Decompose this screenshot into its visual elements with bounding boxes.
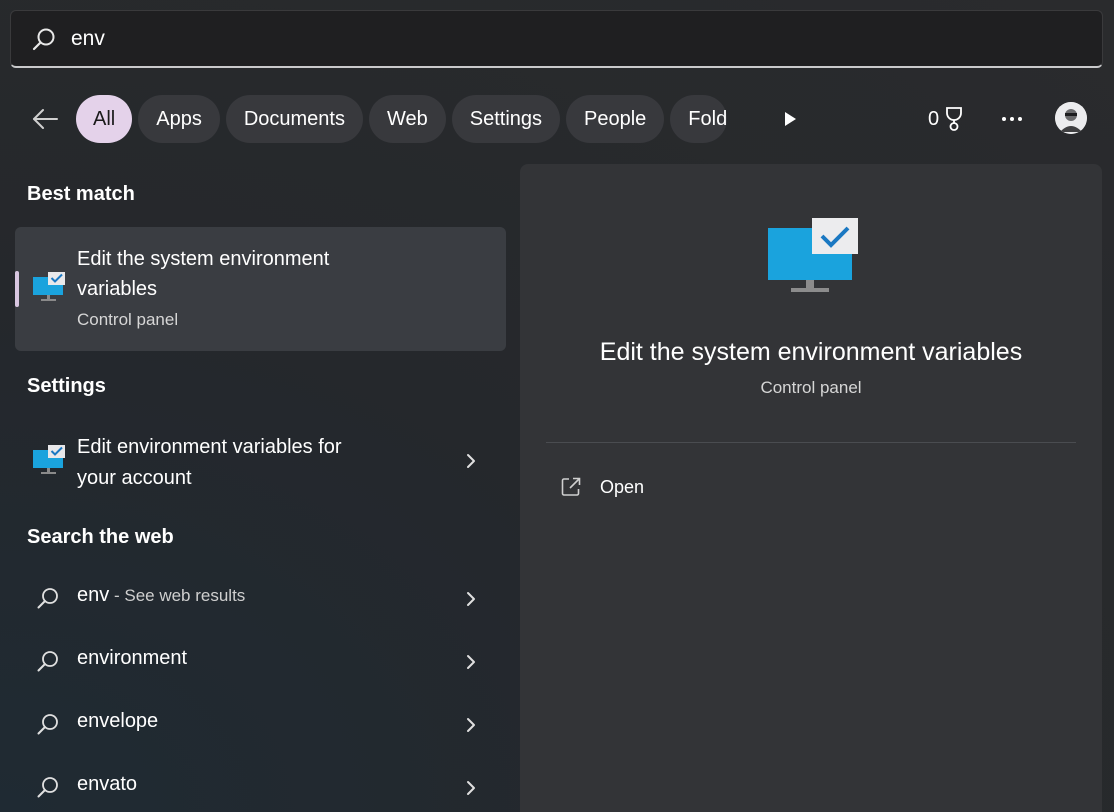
best-match-title-line2: variables [77,278,158,300]
web-result-text: envato [77,773,137,796]
chip-settings[interactable]: Settings [451,95,561,143]
preview-subtitle: Control panel [760,378,862,397]
web-result-text: env - See web results [77,584,245,607]
more-filters-button[interactable] [776,104,804,134]
best-match-heading: Best match [27,183,135,205]
points-count: 0 [928,107,940,130]
chevron-right-icon [467,655,475,669]
chevron-right-icon [467,718,475,732]
web-result-text: envelope [77,710,158,733]
user-avatar-icon [1055,102,1087,134]
chevron-right-icon [467,781,475,795]
search-icon [37,777,58,798]
back-arrow-icon [33,109,58,129]
chip-all[interactable]: All [76,95,133,143]
chip-documents[interactable]: Documents [225,95,363,143]
web-result-environment[interactable]: environment [15,633,506,691]
selection-indicator [15,271,19,307]
avatar[interactable] [1055,102,1087,134]
play-right-icon [785,112,796,126]
back-button[interactable] [26,101,64,137]
control-panel-monitor-icon [33,272,65,301]
chip-web[interactable]: Web [368,95,446,143]
control-panel-monitor-icon [33,445,65,474]
divider [546,442,1076,443]
web-term: environment [77,647,188,669]
search-icon [37,588,58,609]
web-result-envato[interactable]: envato [15,759,506,812]
filter-chips: All Apps Documents Web Settings People F… [76,95,756,143]
chip-people[interactable]: People [566,95,665,143]
search-input[interactable] [71,19,971,59]
preview-title: Edit the system environment variables [599,338,1023,366]
more-options-button[interactable] [994,102,1030,136]
settings-result[interactable]: Edit environment variables for your acco… [15,424,506,500]
open-label: Open [600,476,645,497]
search-bar[interactable] [10,10,1103,68]
control-panel-monitor-icon [768,218,858,292]
chip-folders[interactable]: Fold [670,95,728,143]
web-term: env [77,584,110,606]
web-result-env[interactable]: env - See web results [15,570,506,628]
web-hint: - See web results [109,586,246,605]
preview-pane: Edit the system environment variables Co… [520,164,1102,812]
best-match-title-line1: Edit the system environment [77,248,330,270]
settings-title-line1: Edit environment variables for [77,436,342,458]
search-icon [37,714,58,735]
best-match-subtitle: Control panel [77,310,179,329]
web-term: envato [77,773,138,795]
best-match-result[interactable]: Edit the system environment variables Co… [15,227,506,351]
search-icon [37,651,58,672]
chevron-right-icon [467,592,475,606]
rewards-points[interactable]: 0 [928,104,965,134]
open-external-icon [561,477,581,496]
chip-apps[interactable]: Apps [138,95,220,143]
ellipsis-icon [1002,117,1022,121]
trophy-icon [946,107,963,131]
start-search-window: All Apps Documents Web Settings People F… [0,0,1114,812]
search-icon [32,28,55,51]
web-result-text: environment [77,647,187,670]
settings-title-line2: your account [77,467,192,489]
web-heading: Search the web [27,526,174,548]
settings-heading: Settings [27,375,106,397]
web-term: envelope [77,710,159,732]
web-result-envelope[interactable]: envelope [15,696,506,754]
open-action[interactable]: Open [560,470,760,504]
chevron-right-icon [467,454,475,468]
